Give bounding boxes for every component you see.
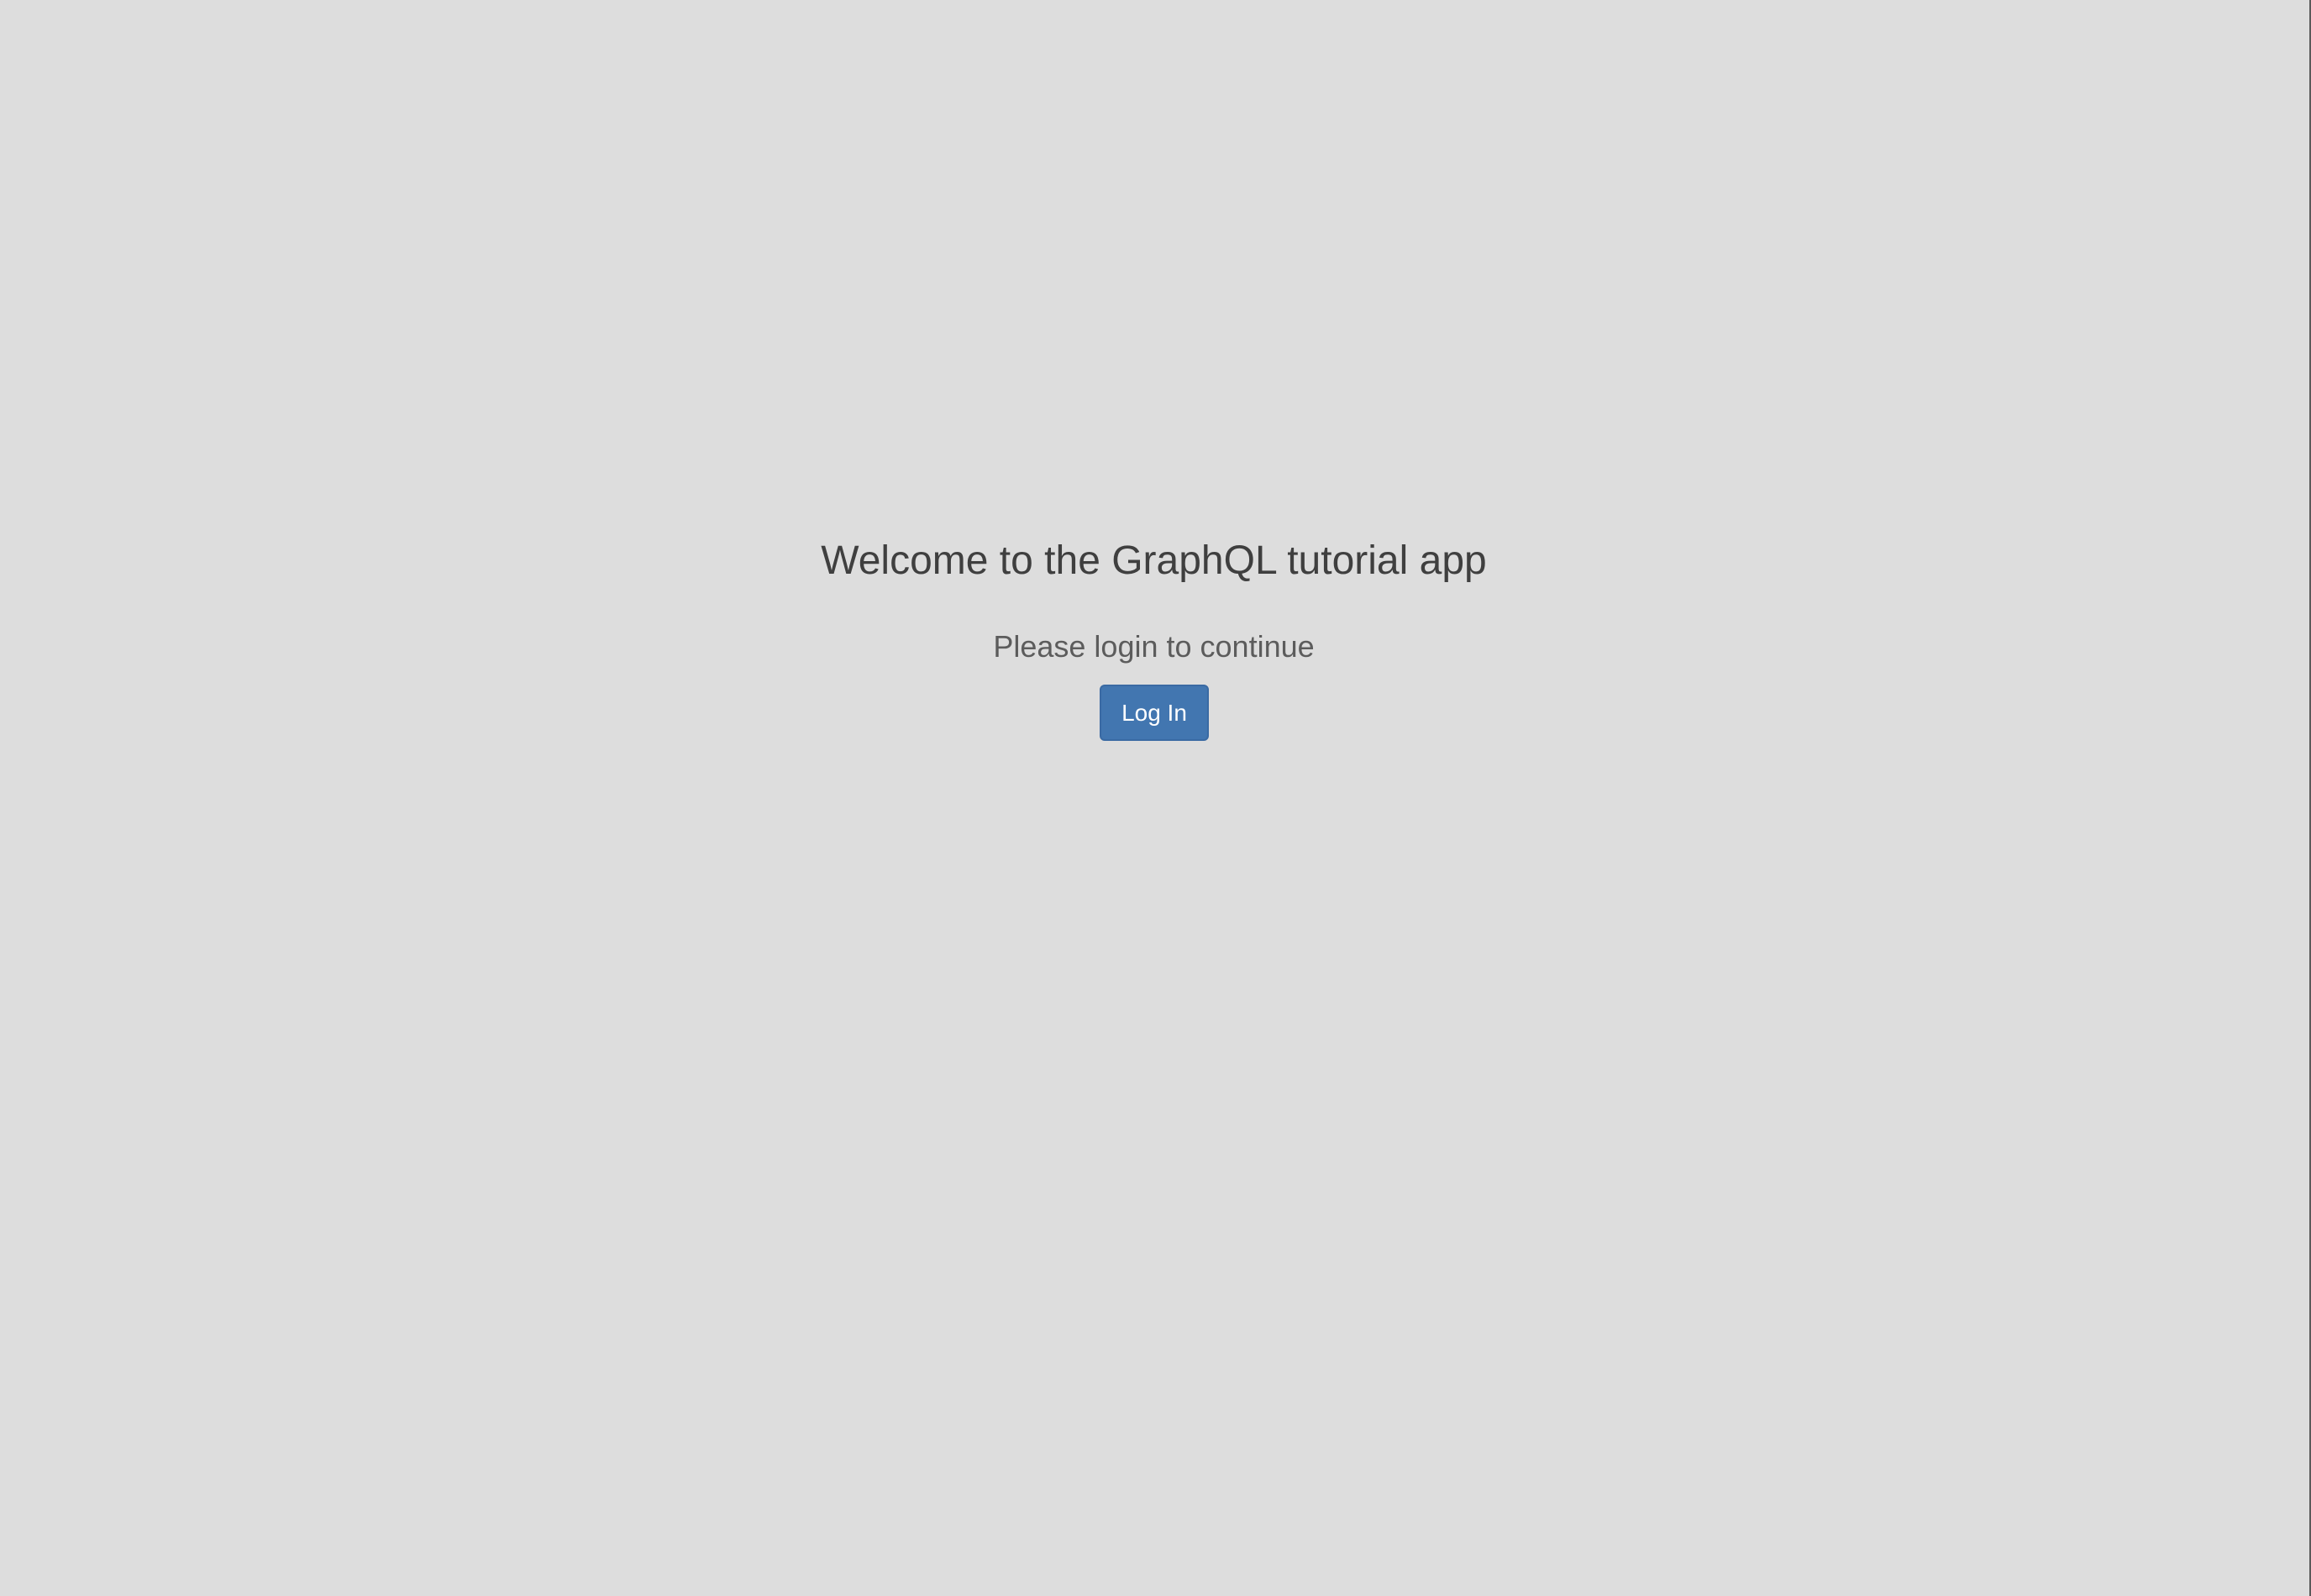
login-button[interactable]: Log In [1100, 685, 1209, 741]
login-prompt: Please login to continue [993, 629, 1315, 664]
page-title: Welcome to the GraphQL tutorial app [821, 538, 1487, 583]
login-panel: Welcome to the GraphQL tutorial app Plea… [0, 0, 2308, 1596]
